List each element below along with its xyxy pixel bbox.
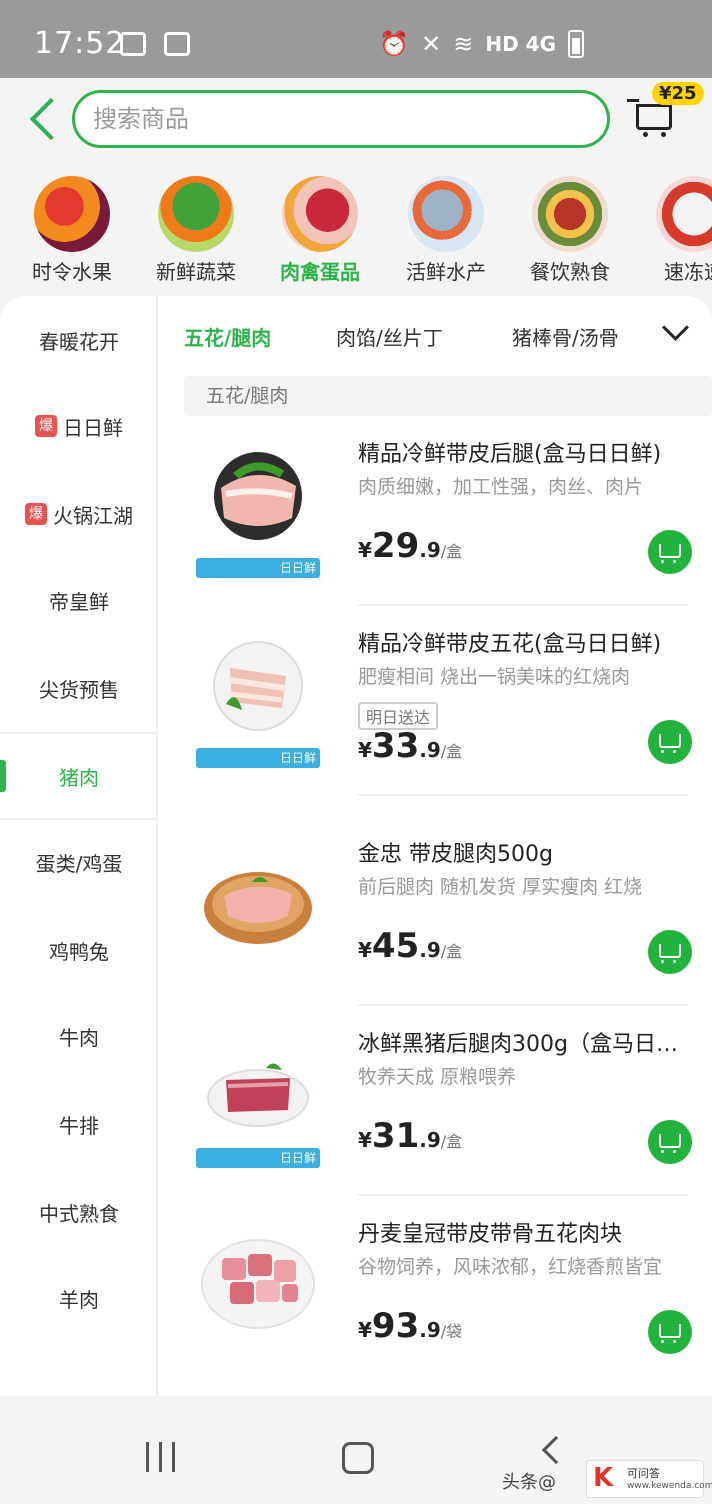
product-description: 牧养天成 原粮喂养 bbox=[358, 1066, 517, 1088]
product-price: ¥45.9/盒 bbox=[358, 926, 463, 966]
watermark-text: 头条@ bbox=[502, 1472, 556, 1493]
product-card[interactable]: 日日鲜 精品冷鲜带皮后腿(盒马日日鲜) 肉质细嫩，加工性强，肉丝、肉片 ¥29.… bbox=[160, 416, 712, 606]
daily-fresh-label: 日日鲜 bbox=[196, 558, 320, 578]
sidebar-item-presale[interactable]: 尖货预售 bbox=[0, 644, 158, 732]
sidebar-item-steak[interactable]: 牛排 bbox=[0, 1080, 158, 1168]
tab-pork-belly-leg[interactable]: 五花/腿肉 bbox=[184, 322, 271, 351]
sidebar-item-eggs[interactable]: 蛋类/鸡蛋 bbox=[0, 818, 158, 906]
cooked-food-icon bbox=[532, 176, 608, 252]
daily-fresh-label: 日日鲜 bbox=[196, 748, 320, 768]
watermark-logo: K 可问答 www.kewenda.com bbox=[586, 1460, 712, 1498]
add-to-cart-button[interactable] bbox=[648, 930, 692, 974]
tab-bones[interactable]: 猪棒骨/汤骨 bbox=[512, 322, 619, 351]
product-description: 肉质细嫩，加工性强，肉丝、肉片 bbox=[358, 476, 644, 498]
product-card[interactable]: 日日鲜 冰鲜黑猪后腿肉300g（盒马日日鲜） 牧养天成 原粮喂养 ¥31.9/盒 bbox=[160, 1006, 712, 1196]
network-indicator: HD 4G bbox=[485, 32, 556, 56]
add-to-cart-button[interactable] bbox=[648, 1310, 692, 1354]
tab-minced-sliced[interactable]: 肉馅/丝片丁 bbox=[336, 322, 443, 351]
battery-icon bbox=[568, 30, 584, 58]
product-price: ¥93.9/袋 bbox=[358, 1306, 463, 1346]
product-description: 谷物饲养，风味浓郁，红烧香煎皆宜 bbox=[358, 1256, 663, 1278]
product-price: ¥29.9/盒 bbox=[358, 526, 463, 566]
product-image bbox=[207, 1063, 309, 1127]
add-to-cart-button[interactable] bbox=[648, 530, 692, 574]
hot-tag: 爆 bbox=[25, 503, 47, 525]
product-card[interactable]: 丹麦皇冠带皮带骨五花肉块 谷物饲养，风味浓郁，红烧香煎皆宜 ¥93.9/袋 bbox=[160, 1196, 712, 1386]
product-name: 冰鲜黑猪后腿肉300g（盒马日日鲜） bbox=[358, 1032, 688, 1057]
meat-icon bbox=[282, 176, 358, 252]
fruit-icon bbox=[34, 176, 110, 252]
add-to-cart-button[interactable] bbox=[648, 720, 692, 764]
back-button[interactable] bbox=[22, 98, 62, 142]
sidebar-item-poultry[interactable]: 鸡鸭兔 bbox=[0, 906, 158, 994]
search-box[interactable] bbox=[72, 90, 610, 148]
status-time: 17:52 bbox=[34, 26, 126, 61]
category-sidebar: 春暖花开 爆日日鲜 爆火锅江湖 帝皇鲜 尖货预售 猪肉 蛋类/鸡蛋 鸡鸭兔 牛肉… bbox=[0, 296, 158, 1396]
category-fruit[interactable]: 时令水果 bbox=[12, 176, 132, 285]
frozen-food-icon bbox=[656, 176, 712, 252]
gallery-icon bbox=[120, 32, 146, 56]
category-strip: 时令水果 新鲜蔬菜 肉禽蛋品 活鲜水产 餐饮熟食 速冻速 bbox=[0, 170, 712, 294]
cart-icon bbox=[627, 99, 672, 137]
system-nav-bar: 头条@ K 可问答 www.kewenda.com bbox=[0, 1408, 712, 1504]
clock-notification-icon bbox=[164, 32, 190, 56]
recents-button[interactable] bbox=[146, 1442, 176, 1472]
product-name: 丹麦皇冠带皮带骨五花肉块 bbox=[358, 1222, 623, 1247]
wifi-icon: ≋ bbox=[453, 30, 474, 58]
product-name: 精品冷鲜带皮后腿(盒马日日鲜) bbox=[358, 442, 662, 467]
category-cooked-food[interactable]: 餐饮熟食 bbox=[510, 176, 630, 285]
subcategory-tabs: 五花/腿肉 肉馅/丝片丁 猪棒骨/汤骨 bbox=[160, 296, 712, 372]
sidebar-item-chinese-deli[interactable]: 中式熟食 bbox=[0, 1168, 158, 1256]
product-description: 前后腿肉 随机发货 厚实瘦肉 红烧 bbox=[358, 876, 643, 898]
sidebar-item-hotpot[interactable]: 爆火锅江湖 bbox=[0, 470, 158, 558]
search-input[interactable] bbox=[75, 93, 607, 145]
sidebar-item-spring[interactable]: 春暖花开 bbox=[0, 296, 158, 384]
section-header: 五花/腿肉 bbox=[184, 376, 712, 416]
status-bar: 17:52 ⏰ ✕ ≋ HD 4G bbox=[0, 0, 712, 78]
sidebar-item-emperor[interactable]: 帝皇鲜 bbox=[0, 556, 158, 644]
sidebar-item-beef[interactable]: 牛肉 bbox=[0, 992, 158, 1080]
category-meat-eggs[interactable]: 肉禽蛋品 bbox=[260, 176, 380, 285]
product-image bbox=[201, 1239, 315, 1329]
product-card[interactable]: 金忠 带皮腿肉500g 前后腿肉 随机发货 厚实瘦肉 红烧 ¥45.9/盒 bbox=[160, 816, 712, 1006]
fish-icon bbox=[408, 176, 484, 252]
product-price: ¥33.9/盒 bbox=[358, 726, 463, 766]
sidebar-item-lamb[interactable]: 羊肉 bbox=[0, 1254, 158, 1342]
system-back-button[interactable] bbox=[541, 1435, 571, 1465]
expand-tabs-button[interactable] bbox=[662, 318, 690, 346]
category-frozen[interactable]: 速冻速 bbox=[634, 176, 712, 285]
category-seafood[interactable]: 活鲜水产 bbox=[386, 176, 506, 285]
product-image bbox=[204, 872, 312, 944]
top-bar bbox=[0, 78, 712, 166]
product-image bbox=[214, 452, 302, 540]
daily-fresh-label: 日日鲜 bbox=[196, 1148, 320, 1168]
home-button[interactable] bbox=[342, 1442, 374, 1474]
product-name: 精品冷鲜带皮五花(盒马日日鲜) bbox=[358, 632, 662, 657]
cart-total-badge: ¥25 bbox=[652, 82, 704, 105]
sidebar-item-pork[interactable]: 猪肉 bbox=[0, 732, 158, 820]
sidebar-item-daily-fresh[interactable]: 爆日日鲜 bbox=[0, 382, 158, 470]
product-card[interactable]: 日日鲜 精品冷鲜带皮五花(盒马日日鲜) 肥瘦相间 烧出一锅美味的红烧肉 明日送达… bbox=[160, 606, 712, 796]
product-image bbox=[213, 641, 303, 731]
category-vegetables[interactable]: 新鲜蔬菜 bbox=[136, 176, 256, 285]
alarm-icon: ⏰ bbox=[379, 30, 410, 58]
vegetable-icon bbox=[158, 176, 234, 252]
mute-icon: ✕ bbox=[421, 30, 442, 58]
product-price: ¥31.9/盒 bbox=[358, 1116, 463, 1156]
content-panel: 春暖花开 爆日日鲜 爆火锅江湖 帝皇鲜 尖货预售 猪肉 蛋类/鸡蛋 鸡鸭兔 牛肉… bbox=[0, 296, 712, 1396]
add-to-cart-button[interactable] bbox=[648, 1120, 692, 1164]
hot-tag: 爆 bbox=[35, 415, 57, 437]
product-name: 金忠 带皮腿肉500g bbox=[358, 842, 553, 867]
product-description: 肥瘦相间 烧出一锅美味的红烧肉 bbox=[358, 666, 631, 688]
